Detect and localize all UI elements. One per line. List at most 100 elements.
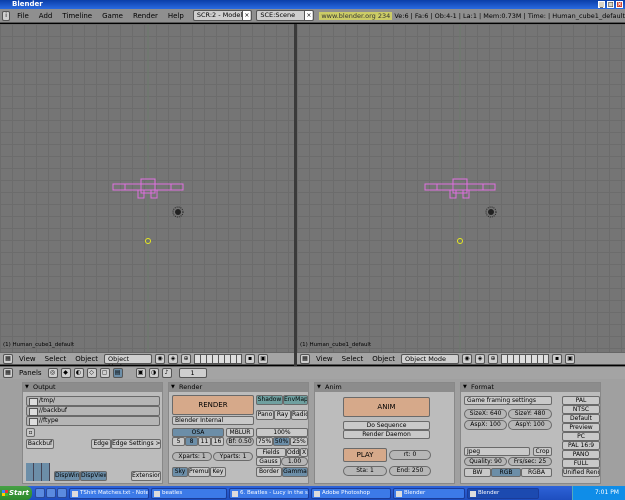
draw-type-icon[interactable]: ◉ [462, 353, 473, 364]
screen-selector[interactable]: SCR:2 - Model × [192, 10, 253, 21]
gamma-toggle[interactable]: Gamma [282, 467, 308, 477]
lamp-icon[interactable] [172, 206, 184, 218]
pivot-icon[interactable]: ◈ [475, 353, 486, 364]
render-engine-select[interactable]: Blender Internal [172, 416, 254, 425]
preset-pal-button[interactable]: PAL [562, 396, 600, 405]
radio-toggle[interactable]: Radio [291, 410, 308, 420]
output-panel-title[interactable]: Output [23, 383, 162, 392]
extensions-toggle[interactable]: Extension [131, 471, 161, 481]
quicklaunch-desktop-icon[interactable] [35, 488, 45, 498]
draw-type-icon[interactable]: ◉ [155, 353, 166, 364]
quality-field[interactable]: Quality: 90 [464, 457, 507, 466]
aspx-field[interactable]: AspX: 100 [464, 420, 507, 430]
output-path-field[interactable]: /tmp/ [26, 396, 160, 406]
xparts-field[interactable]: Xparts: 1 [172, 452, 212, 461]
lock-icon[interactable]: ▪ [245, 353, 256, 364]
close-icon[interactable]: × [304, 11, 313, 20]
play-button[interactable]: PLAY [343, 448, 387, 462]
ftype-path-field[interactable]: //ftype [26, 416, 160, 426]
render-buttons-icon[interactable]: ▣ [135, 368, 146, 378]
shadow-toggle[interactable]: Shadow [256, 395, 283, 405]
preset-default-button[interactable]: Default [562, 414, 600, 423]
edge-toggle[interactable]: Edge [91, 439, 111, 449]
render-icon[interactable]: ▣ [258, 353, 269, 364]
preset-preview-button[interactable]: Preview [562, 423, 600, 432]
quicklaunch-media-icon[interactable] [57, 488, 67, 498]
menu-game[interactable]: Game [97, 9, 128, 23]
rt-field[interactable]: rt: 0 [389, 450, 431, 460]
rgba-button[interactable]: RGBA [521, 468, 552, 477]
edge-settings-button[interactable]: Edge Settings >> [111, 439, 161, 449]
mode-selector[interactable]: Object Mode [104, 353, 153, 371]
yparts-field[interactable]: Yparts: 1 [213, 452, 253, 461]
menu-view[interactable]: View [16, 355, 39, 363]
end-frame-field[interactable]: End: 250 [389, 466, 431, 476]
file-type-select[interactable]: Jpeg [464, 447, 530, 456]
menu-select[interactable]: Select [42, 355, 70, 363]
unified-renderer-toggle[interactable]: Unified Rende [562, 468, 600, 477]
pano-toggle[interactable]: Pano [256, 410, 274, 420]
border-toggle[interactable]: Border [256, 467, 282, 477]
render-icon[interactable]: ▣ [565, 353, 576, 364]
backbuf-path-field[interactable]: //backbuf [26, 406, 160, 416]
sizex-field[interactable]: SizeX: 640 [464, 409, 507, 419]
script-icon[interactable]: ◆ [60, 368, 71, 378]
aspy-field[interactable]: AspY: 100 [508, 420, 552, 430]
osa-toggle[interactable]: OSA [172, 428, 224, 437]
size-50-button[interactable]: 50% [273, 437, 290, 446]
gauss-toggle[interactable]: Gauss [256, 457, 281, 466]
osa-8-button[interactable]: 8 [185, 437, 198, 446]
do-sequence-toggle[interactable]: Do Sequence [343, 421, 430, 430]
scene-icon[interactable]: ▤ [112, 368, 123, 378]
editor-type-icon[interactable]: ▦ [3, 368, 13, 378]
menu-object[interactable]: Object [72, 355, 101, 363]
close-button[interactable]: × [616, 1, 623, 8]
envmap-toggle[interactable]: EnvMap [283, 395, 308, 405]
gauss-value-field[interactable]: 1.00 [281, 457, 308, 466]
start-button[interactable]: Start [0, 486, 32, 500]
mblur-toggle[interactable]: MBLUR [226, 428, 254, 437]
game-framing-button[interactable]: Game framing settings [464, 396, 552, 405]
file-browse-button[interactable]: ▫ [26, 428, 35, 437]
menu-view[interactable]: View [313, 355, 336, 363]
task-notepad[interactable]: TShirt Matches.txt - Note... [69, 487, 149, 499]
quicklaunch-ie-icon[interactable] [46, 488, 56, 498]
menu-object[interactable]: Object [369, 355, 398, 363]
bf-field[interactable]: Bf: 0.50 [226, 437, 254, 446]
task-blender[interactable]: Blender [467, 487, 539, 499]
render-daemon-toggle[interactable]: Render Daemon [343, 430, 430, 439]
preset-pc-button[interactable]: PC [562, 432, 600, 441]
task-media-player[interactable]: 6. Beatles - Lucy in the sk... [229, 487, 309, 499]
3d-viewport-right[interactable]: (1) Human_cube1_default [297, 24, 625, 352]
info-window-icon[interactable]: i [2, 10, 11, 21]
preset-ntsc-button[interactable]: NTSC [562, 405, 600, 414]
scene-selector[interactable]: SCE:Scene × [256, 10, 315, 21]
osa-16-button[interactable]: 16 [211, 437, 224, 446]
fps-field[interactable]: Frs/sec: 25 [508, 457, 552, 466]
render-panel-title[interactable]: Render [169, 383, 308, 392]
sky-toggle[interactable]: Sky [172, 467, 188, 477]
odd-toggle[interactable]: Odd [286, 448, 300, 457]
backbuf-toggle[interactable]: Backbuf [26, 439, 54, 449]
lamp-icon[interactable] [485, 206, 497, 218]
task-beatles-folder[interactable]: beatles [151, 487, 227, 499]
x-toggle[interactable]: X [300, 448, 308, 457]
manipulator-icon[interactable]: ⊕ [488, 353, 499, 364]
manipulator-icon[interactable]: ⊕ [181, 353, 192, 364]
lock-icon[interactable]: ▪ [552, 353, 563, 364]
osa-5-button[interactable]: 5 [172, 437, 185, 446]
layer-buttons[interactable] [501, 353, 550, 364]
premul-toggle[interactable]: Premul [188, 467, 210, 477]
crop-toggle[interactable]: Crop [533, 447, 552, 456]
anim-panel-title[interactable]: Anim [315, 383, 454, 392]
minimize-button[interactable]: _ [598, 1, 605, 8]
logic-icon[interactable]: ◎ [47, 368, 58, 378]
menu-render[interactable]: Render [128, 9, 163, 23]
ray-toggle[interactable]: Ray [274, 410, 291, 420]
close-icon[interactable]: × [242, 11, 251, 20]
menu-file[interactable]: File [12, 9, 34, 23]
osa-11-button[interactable]: 11 [198, 437, 211, 446]
menu-help[interactable]: Help [163, 9, 189, 23]
start-frame-field[interactable]: Sta: 1 [343, 466, 387, 476]
preset-pano-button[interactable]: PANO [562, 450, 600, 459]
